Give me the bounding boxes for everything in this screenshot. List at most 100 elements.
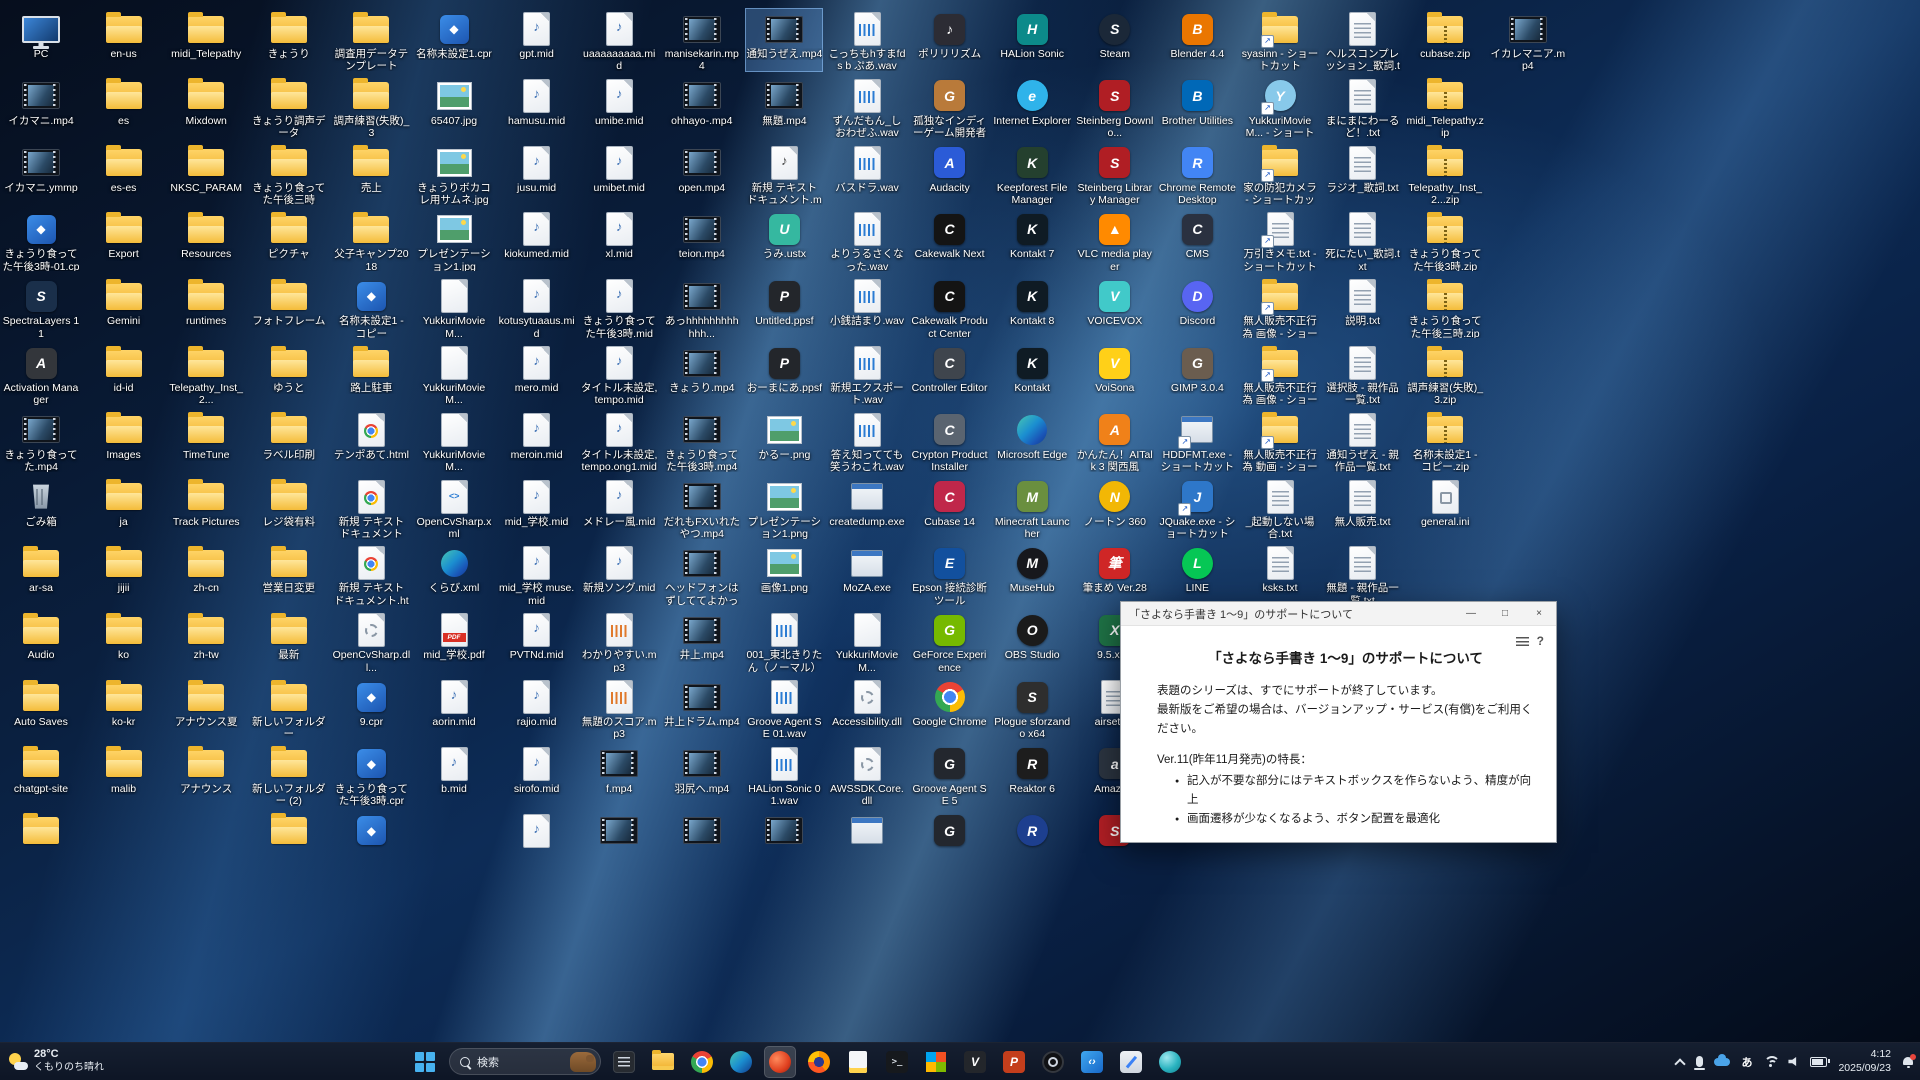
desktop-icon[interactable]: zh-cn <box>167 542 245 606</box>
desktop-icon[interactable]: イカマニ.ymmp <box>2 142 80 206</box>
battery-icon[interactable] <box>1810 1057 1827 1067</box>
clock[interactable]: 4:12 2025/09/23 <box>1838 1048 1891 1075</box>
desktop-icon[interactable]: teion.mp4 <box>663 208 741 272</box>
desktop-icon[interactable]: おーまにあ.ppsf <box>745 342 823 406</box>
desktop-icon[interactable]: Minecraft Launcher <box>993 476 1071 540</box>
desktop-icon[interactable]: Groove Agent SE 01.wav <box>745 676 823 740</box>
desktop-icon[interactable]: es <box>85 75 163 139</box>
desktop-icon[interactable]: Resources <box>167 208 245 272</box>
desktop-icon[interactable]: general.ini <box>1406 476 1484 540</box>
desktop-icon[interactable]: jusu.mid <box>498 142 576 206</box>
desktop-icon[interactable]: sirofo.mid <box>498 743 576 807</box>
desktop-icon[interactable] <box>828 810 906 874</box>
desktop-icon[interactable]: きょうり食ってた.mp4 <box>2 409 80 473</box>
desktop-icon[interactable]: かるー.png <box>745 409 823 473</box>
ime-indicator[interactable]: あ <box>1741 1054 1752 1070</box>
taskbar-app-notes-app[interactable] <box>842 1046 874 1078</box>
desktop-icon[interactable]: うみ.ustx <box>745 208 823 272</box>
desktop-icon[interactable] <box>498 810 576 874</box>
taskbar-app-edge[interactable] <box>725 1046 757 1078</box>
desktop-icon[interactable]: 最新 <box>250 609 328 673</box>
weather-widget[interactable]: 28°C くもりのち晴れ <box>8 1043 104 1080</box>
desktop-icon[interactable] <box>2 810 80 874</box>
desktop-icon[interactable]: 選択肢 - 親作品一覧.txt <box>1324 342 1402 406</box>
desktop-icon[interactable]: LINE <box>1158 542 1236 606</box>
desktop-icon[interactable]: 新しいフォルダー (2) <box>250 743 328 807</box>
desktop-icon[interactable]: きょうりボカコレ用サムネ.jpg <box>415 142 493 206</box>
desktop-icon[interactable]: Auto Saves <box>2 676 80 740</box>
desktop-icon[interactable]: Microsoft Edge <box>993 409 1071 473</box>
desktop-icon[interactable]: VOICEVOX <box>1076 275 1154 339</box>
desktop-icon[interactable]: mero.mid <box>498 342 576 406</box>
desktop-icon[interactable]: Cakewalk Next <box>911 208 989 272</box>
desktop-icon[interactable]: AWSSDK.Core.dll <box>828 743 906 807</box>
desktop-icon[interactable]: Internet Explorer <box>993 75 1071 139</box>
desktop-icon[interactable]: 無人販売.txt <box>1324 476 1402 540</box>
desktop-icon[interactable]: aorin.mid <box>415 676 493 740</box>
desktop-icon[interactable]: 001_東北きりたん（ノーマル）_さしゃ... <box>745 609 823 673</box>
desktop-icon[interactable]: runtimes <box>167 275 245 339</box>
desktop-icon[interactable]: 路上駐車 <box>332 342 410 406</box>
tray-overflow-chevron-icon[interactable] <box>1675 1058 1685 1066</box>
desktop-icon[interactable]: mid_学校.mid <box>498 476 576 540</box>
desktop-icon[interactable]: 通知うぜえ.mp4 <box>745 8 823 72</box>
desktop-icon[interactable]: umibe.mid <box>580 75 658 139</box>
desktop-icon[interactable]: ar-sa <box>2 542 80 606</box>
desktop-icon[interactable]: Steam <box>1076 8 1154 72</box>
desktop-icon[interactable]: タイトル未設定, tempo.ong1.mid <box>580 409 658 473</box>
desktop-icon[interactable]: NKSC_PARAM <box>167 142 245 206</box>
desktop-icon[interactable]: 井上.mp4 <box>663 609 741 673</box>
desktop-icon[interactable]: だれもFXいれたやつ.mp4 <box>663 476 741 540</box>
desktop-icon[interactable]: YukkuriMovieM... <box>415 342 493 406</box>
desktop-icon[interactable]: 通知うぜえ - 親作品一覧.txt <box>1324 409 1402 473</box>
dialog-titlebar[interactable]: 「さよなら手書き 1～9」のサポートについて — □ × <box>1121 602 1556 626</box>
desktop-icon[interactable]: CMS <box>1158 208 1236 272</box>
desktop-icon[interactable]: 営業日変更 <box>250 542 328 606</box>
desktop-icon[interactable]: Untitled.ppsf <box>745 275 823 339</box>
desktop-icon[interactable]: ko-kr <box>85 676 163 740</box>
desktop-icon[interactable]: open.mp4 <box>663 142 741 206</box>
desktop-icon[interactable]: GIMP 3.0.4 <box>1158 342 1236 406</box>
desktop-icon[interactable]: テンポあて.html <box>332 409 410 473</box>
desktop-icon[interactable]: かんたん！AITalk 3 関西風 <box>1076 409 1154 473</box>
desktop-icon[interactable]: ohhayo-.mp4 <box>663 75 741 139</box>
desktop-icon[interactable]: こっちもhすまfd s b ぷあ.wav <box>828 8 906 72</box>
desktop-icon[interactable]: 新規 テキスト ドキュメント (2).html <box>332 476 410 540</box>
desktop-icon[interactable]: 父子キャンプ2018 <box>332 208 410 272</box>
desktop-icon[interactable]: syasinn - ショートカット <box>1241 8 1319 72</box>
desktop-icon[interactable]: OpenCvSharp.xml <box>415 476 493 540</box>
desktop-icon[interactable]: きょうり調声データ <box>250 75 328 139</box>
desktop-icon[interactable]: Cakewalk Product Center <box>911 275 989 339</box>
desktop-icon[interactable]: プレゼンテーション1.png <box>745 476 823 540</box>
close-button[interactable]: × <box>1522 602 1556 625</box>
desktop-icon[interactable]: 画像1.png <box>745 542 823 606</box>
desktop-icon[interactable] <box>911 810 989 874</box>
desktop-icon[interactable]: ラベル印刷 <box>250 409 328 473</box>
desktop-icon[interactable]: Audacity <box>911 142 989 206</box>
desktop-icon[interactable]: 家の防犯カメラ - ショートカット <box>1241 142 1319 206</box>
desktop-icon[interactable]: 新しいフォルダー <box>250 676 328 740</box>
notification-bell-icon[interactable] <box>1902 1056 1914 1068</box>
desktop-icon[interactable]: 調査用データテンプレート <box>332 8 410 72</box>
desktop-icon[interactable] <box>663 810 741 874</box>
desktop-icon[interactable]: JQuake.exe - ショートカット <box>1158 476 1236 540</box>
help-icon[interactable]: ? <box>1537 632 1544 652</box>
desktop-icon[interactable]: ゆうと <box>250 342 328 406</box>
desktop-icon[interactable]: きょうり食ってた午後3時.cpr <box>332 743 410 807</box>
desktop-icon[interactable]: kotusytuaaus.mid <box>498 275 576 339</box>
desktop-icon[interactable]: 無題.mp4 <box>745 75 823 139</box>
desktop-icon[interactable]: レジ袋有料 <box>250 476 328 540</box>
desktop-icon[interactable]: 名称未設定1 - コピー <box>332 275 410 339</box>
search-input[interactable]: 検索 <box>449 1048 601 1075</box>
desktop-icon[interactable]: hamusu.mid <box>498 75 576 139</box>
desktop-icon[interactable]: ラジオ_歌詞.txt <box>1324 142 1402 206</box>
desktop-icon[interactable]: Keepforest File Manager <box>993 142 1071 206</box>
desktop-icon[interactable]: 9.cpr <box>332 676 410 740</box>
desktop-icon[interactable]: 筆まめ Ver.28 <box>1076 542 1154 606</box>
desktop-icon[interactable]: xl.mid <box>580 208 658 272</box>
desktop-icon[interactable]: 羽尻へ.mp4 <box>663 743 741 807</box>
desktop-icon[interactable]: Images <box>85 409 163 473</box>
desktop-icon[interactable]: Discord <box>1158 275 1236 339</box>
desktop-icon[interactable]: きょうり食ってた午後3時-01.cpr <box>2 208 80 272</box>
desktop-icon[interactable]: uaaaaaaaaa.mid <box>580 8 658 72</box>
